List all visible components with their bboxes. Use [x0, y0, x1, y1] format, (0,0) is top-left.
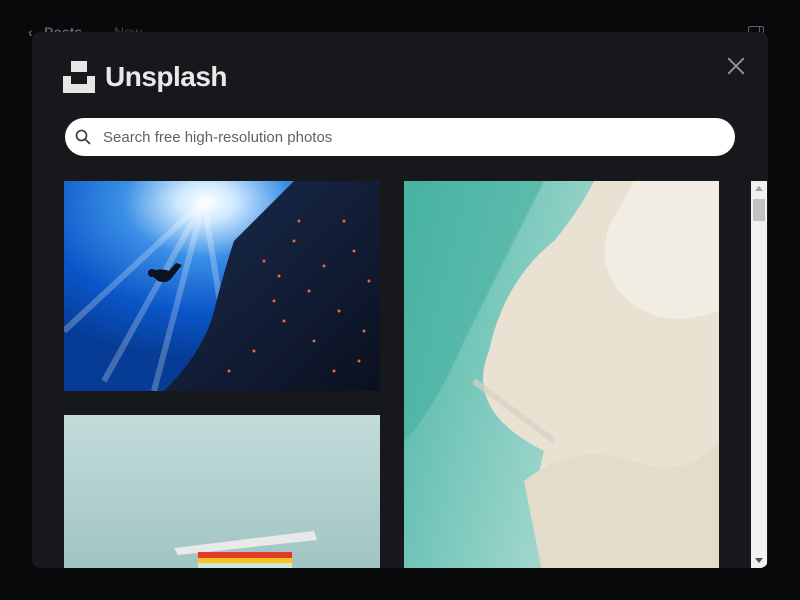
unsplash-logo-icon	[63, 61, 95, 93]
scrollbar[interactable]	[751, 181, 767, 568]
search-icon	[75, 129, 91, 145]
photo-grid	[64, 181, 752, 568]
search-input[interactable]	[101, 127, 735, 147]
scroll-thumb[interactable]	[753, 199, 765, 221]
photo-diver[interactable]	[64, 181, 380, 391]
scroll-down-arrow-icon[interactable]	[755, 558, 763, 563]
close-icon[interactable]	[724, 54, 748, 78]
photo-lifeguard-tower[interactable]	[64, 415, 380, 568]
unsplash-modal: Unsplash	[32, 32, 768, 568]
search-bar[interactable]	[65, 118, 735, 156]
unsplash-logo: Unsplash	[63, 60, 228, 94]
brand-name: Unsplash	[105, 61, 228, 92]
photo-aerial-beach[interactable]	[404, 181, 719, 568]
scroll-up-arrow-icon[interactable]	[755, 186, 763, 191]
